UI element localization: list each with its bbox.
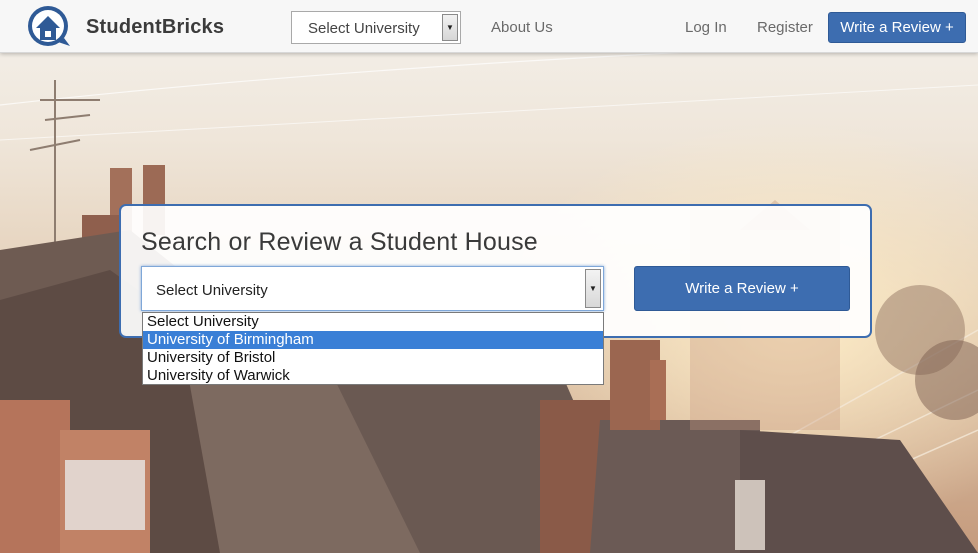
university-select[interactable]: Select University ▼ bbox=[141, 266, 604, 311]
about-us-link[interactable]: About Us bbox=[491, 19, 553, 36]
university-dropdown-list: Select University University of Birmingh… bbox=[142, 312, 604, 385]
house-chat-icon[interactable] bbox=[26, 4, 72, 50]
top-navbar: StudentBricks Select University ▼ About … bbox=[0, 0, 978, 53]
dropdown-option[interactable]: Select University bbox=[143, 313, 603, 331]
nav-university-select[interactable]: Select University ▼ bbox=[291, 11, 461, 44]
nav-write-review-button[interactable]: Write a Review + bbox=[828, 12, 966, 43]
login-link[interactable]: Log In bbox=[685, 19, 727, 36]
university-select-label: Select University bbox=[156, 282, 268, 299]
brand-name[interactable]: StudentBricks bbox=[86, 16, 224, 39]
dropdown-option[interactable]: University of Warwick bbox=[143, 367, 603, 385]
nav-select-label: Select University bbox=[308, 20, 420, 37]
register-link[interactable]: Register bbox=[757, 19, 813, 36]
dropdown-option[interactable]: University of Bristol bbox=[143, 349, 603, 367]
dropdown-option-selected[interactable]: University of Birmingham bbox=[143, 331, 603, 349]
chevron-down-icon[interactable]: ▼ bbox=[442, 14, 458, 41]
write-review-button[interactable]: Write a Review + bbox=[634, 266, 850, 311]
page-title: Search or Review a Student House bbox=[141, 228, 538, 256]
chevron-down-icon[interactable]: ▼ bbox=[585, 269, 601, 308]
